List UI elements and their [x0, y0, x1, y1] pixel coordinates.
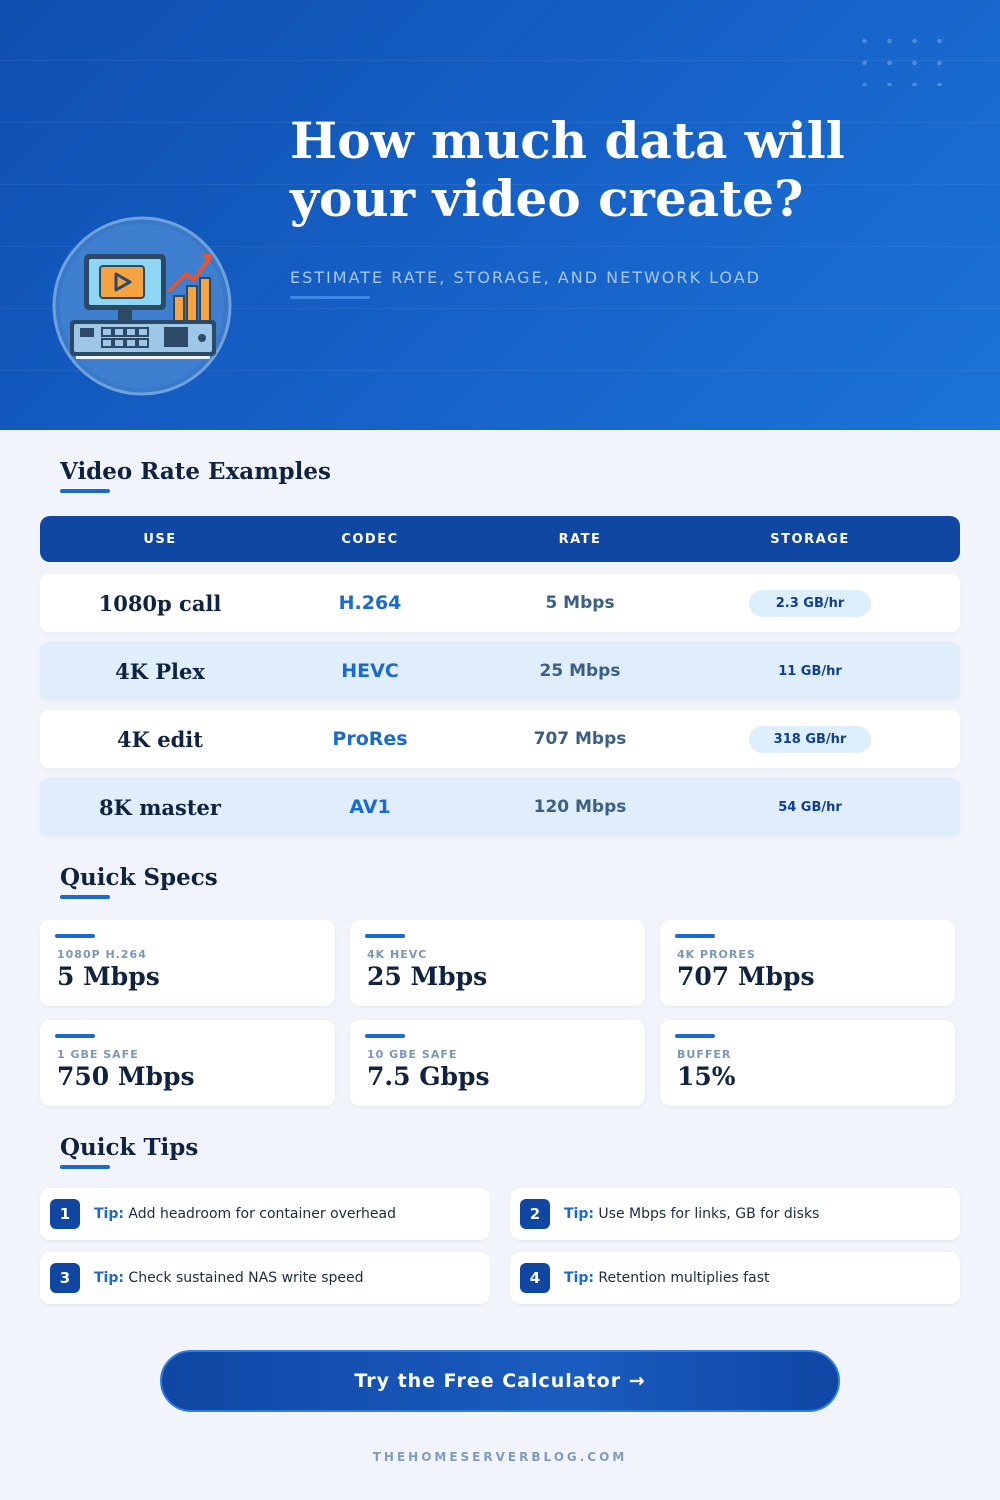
- hero-title-line-2: your video create?: [290, 169, 804, 228]
- tip-number-badge: 3: [50, 1263, 80, 1293]
- spec-accent-bar: [675, 1034, 715, 1038]
- spec-card: 4K HEVC 25 Mbps: [350, 920, 645, 1006]
- spec-value: 25 Mbps: [367, 962, 488, 991]
- header-rate: RATE: [558, 531, 602, 547]
- table-row: 4K Plex HEVC 25 Mbps 11 GB/hr: [40, 642, 960, 700]
- cell-codec: H.264: [338, 592, 402, 614]
- table-row: 8K master AV1 120 Mbps 54 GB/hr: [40, 778, 960, 836]
- spec-label: 4K PRORES: [677, 948, 756, 961]
- spec-label: BUFFER: [677, 1048, 732, 1061]
- spec-card: 4K PRORES 707 Mbps: [660, 920, 955, 1006]
- spec-value: 7.5 Gbps: [367, 1062, 490, 1091]
- tip-text: Tip: Use Mbps for links, GB for disks: [564, 1206, 819, 1222]
- tip-number-badge: 1: [50, 1199, 80, 1229]
- tip-body: Use Mbps for links, GB for disks: [598, 1206, 820, 1222]
- tip-card: 2 Tip: Use Mbps for links, GB for disks: [510, 1188, 960, 1240]
- cell-use: 4K Plex: [115, 658, 205, 684]
- cell-codec: AV1: [349, 796, 391, 818]
- spec-value: 15%: [677, 1062, 736, 1091]
- spec-accent-bar: [675, 934, 715, 938]
- cell-use: 4K edit: [117, 726, 203, 752]
- storage-badge: 11 GB/hr: [778, 663, 842, 679]
- tip-card: 1 Tip: Add headroom for container overhe…: [40, 1188, 490, 1240]
- cell-use: 1080p call: [98, 590, 222, 616]
- tip-card: 3 Tip: Check sustained NAS write speed: [40, 1252, 490, 1304]
- hero-title-line-1: How much data will: [290, 111, 845, 170]
- spec-accent-bar: [55, 934, 95, 938]
- spec-accent-bar: [365, 1034, 405, 1038]
- header-storage: STORAGE: [770, 531, 850, 547]
- tip-prefix: Tip:: [564, 1270, 594, 1286]
- cell-storage: 11 GB/hr: [700, 658, 920, 685]
- tip-number-badge: 4: [520, 1263, 550, 1293]
- spec-label: 4K HEVC: [367, 948, 428, 961]
- dot-grid-decoration: [852, 30, 962, 86]
- tip-card: 4 Tip: Retention multiplies fast: [510, 1252, 960, 1304]
- specs-section-title: Quick Specs: [60, 864, 218, 891]
- spec-value: 707 Mbps: [677, 962, 815, 991]
- spec-card: 1080P H.264 5 Mbps: [40, 920, 335, 1006]
- cell-storage: 318 GB/hr: [700, 725, 920, 753]
- tip-prefix: Tip:: [94, 1270, 124, 1286]
- storage-badge: 2.3 GB/hr: [749, 589, 871, 617]
- cell-storage: 54 GB/hr: [700, 794, 920, 821]
- cell-codec: ProRes: [332, 728, 408, 750]
- cell-rate: 707 Mbps: [533, 729, 627, 749]
- rate-section-title: Video Rate Examples: [60, 458, 331, 485]
- storage-badge: 54 GB/hr: [778, 799, 842, 815]
- header-codec: CODEC: [341, 531, 399, 547]
- tip-text: Tip: Add headroom for container overhead: [94, 1206, 396, 1222]
- hero-subtitle-underline: [290, 296, 370, 299]
- specs-section-underline: [60, 895, 110, 899]
- spec-card: 10 GBE SAFE 7.5 Gbps: [350, 1020, 645, 1106]
- cell-storage: 2.3 GB/hr: [700, 589, 920, 617]
- hero-banner: How much data will your video create? ES…: [0, 0, 1000, 430]
- header-use: USE: [143, 531, 177, 547]
- tips-section-underline: [60, 1165, 110, 1169]
- spec-card: 1 GBE SAFE 750 Mbps: [40, 1020, 335, 1106]
- spec-accent-bar: [365, 934, 405, 938]
- spec-card: BUFFER 15%: [660, 1020, 955, 1106]
- try-calculator-button[interactable]: Try the Free Calculator →: [160, 1350, 840, 1412]
- tip-number-badge: 2: [520, 1199, 550, 1229]
- tip-prefix: Tip:: [564, 1206, 594, 1222]
- tip-body: Check sustained NAS write speed: [128, 1270, 364, 1286]
- spec-accent-bar: [55, 1034, 95, 1038]
- monitor-chart-icon: [52, 216, 232, 396]
- tip-prefix: Tip:: [94, 1206, 124, 1222]
- cell-use: 8K master: [99, 794, 221, 820]
- hero-title: How much data will your video create?: [290, 112, 930, 228]
- spec-value: 750 Mbps: [57, 1062, 195, 1091]
- storage-badge: 318 GB/hr: [749, 725, 871, 753]
- tips-section-title: Quick Tips: [60, 1134, 199, 1161]
- spec-label: 1080P H.264: [57, 948, 147, 961]
- table-header: USE CODEC RATE STORAGE: [40, 516, 960, 562]
- tip-text: Tip: Check sustained NAS write speed: [94, 1270, 364, 1286]
- tip-body: Add headroom for container overhead: [128, 1206, 397, 1222]
- rate-section-underline: [60, 489, 110, 493]
- table-row: 4K edit ProRes 707 Mbps 318 GB/hr: [40, 710, 960, 768]
- cell-rate: 120 Mbps: [533, 797, 627, 817]
- hero-subtitle: ESTIMATE RATE, STORAGE, AND NETWORK LOAD: [290, 268, 761, 287]
- cell-rate: 5 Mbps: [545, 593, 615, 613]
- tip-body: Retention multiplies fast: [598, 1270, 770, 1286]
- spec-label: 1 GBE SAFE: [57, 1048, 139, 1061]
- tip-text: Tip: Retention multiplies fast: [564, 1270, 769, 1286]
- table-row: 1080p call H.264 5 Mbps 2.3 GB/hr: [40, 574, 960, 632]
- spec-value: 5 Mbps: [57, 962, 160, 991]
- cell-codec: HEVC: [341, 660, 399, 682]
- footer-site-url: THEHOMESERVERBLOG.COM: [372, 1450, 628, 1464]
- spec-label: 10 GBE SAFE: [367, 1048, 458, 1061]
- cell-rate: 25 Mbps: [539, 661, 621, 681]
